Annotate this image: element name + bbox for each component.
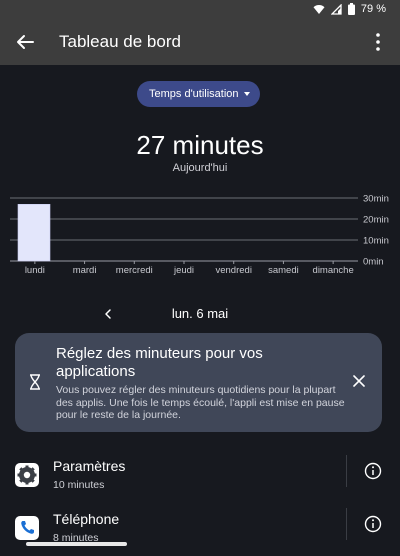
battery-icon [347, 3, 355, 15]
date-navigation: lun. 6 mai [0, 305, 400, 323]
info-icon[interactable] [364, 515, 382, 533]
x-tick-label: jeudi [173, 265, 194, 276]
card-body: Vous pouvez régler des minuteurs quotidi… [56, 384, 345, 421]
more-options-icon[interactable] [374, 32, 382, 52]
period-label: Aujourd'hui [172, 162, 228, 174]
close-icon[interactable] [350, 372, 368, 390]
signal-icon [330, 3, 342, 15]
back-arrow-icon[interactable] [14, 31, 36, 53]
y-tick-label: 10min [363, 236, 389, 247]
app-name: Paramètres [53, 458, 126, 474]
settings-gear-icon [15, 463, 39, 487]
app-row-phone[interactable]: Téléphone 8 minutes [0, 508, 400, 556]
x-tick-label: samedi [268, 265, 299, 276]
y-tick-label: 30min [363, 194, 389, 205]
info-icon[interactable] [364, 462, 382, 480]
app-usage-time: 10 minutes [53, 479, 105, 491]
x-tick-label: mercredi [116, 265, 153, 276]
battery-level: 79 % [360, 3, 386, 15]
selected-date: lun. 6 mai [171, 306, 229, 321]
x-tick-label: mardi [73, 265, 97, 276]
usage-type-dropdown[interactable]: Temps d'utilisation [137, 81, 260, 107]
y-tick-label: 0min [363, 257, 384, 268]
page-title: Tableau de bord [59, 32, 181, 51]
card-heading: Réglez des minuteurs pour vos applicatio… [56, 345, 263, 380]
wifi-icon [313, 4, 325, 14]
divider [346, 508, 347, 540]
app-name: Téléphone [53, 511, 120, 527]
timer-info-card: Réglez des minuteurs pour vos applicatio… [15, 333, 382, 432]
x-tick-label: vendredi [215, 265, 251, 276]
total-usage: 27 minutes [136, 130, 264, 160]
app-bar: Tableau de bord [0, 20, 400, 65]
hourglass-icon [30, 374, 40, 390]
chevron-down-icon [244, 92, 250, 96]
chart-bar [17, 204, 51, 262]
home-indicator [26, 542, 127, 546]
dropdown-label: Temps d'utilisation [149, 88, 239, 100]
status-icons: 79 % [313, 3, 386, 15]
usage-bar-chart: 0min 10min 20min 30min lundi mardi mercredi jeu… [10, 194, 389, 276]
app-row-settings[interactable]: Paramètres 10 minutes [0, 455, 400, 503]
x-tick-label: dimanche [313, 265, 354, 276]
divider [346, 455, 347, 487]
x-tick-label: lundi [25, 265, 45, 276]
phone-icon [15, 516, 39, 540]
status-bar: 79 % [0, 0, 400, 20]
y-tick-label: 20min [363, 215, 389, 226]
